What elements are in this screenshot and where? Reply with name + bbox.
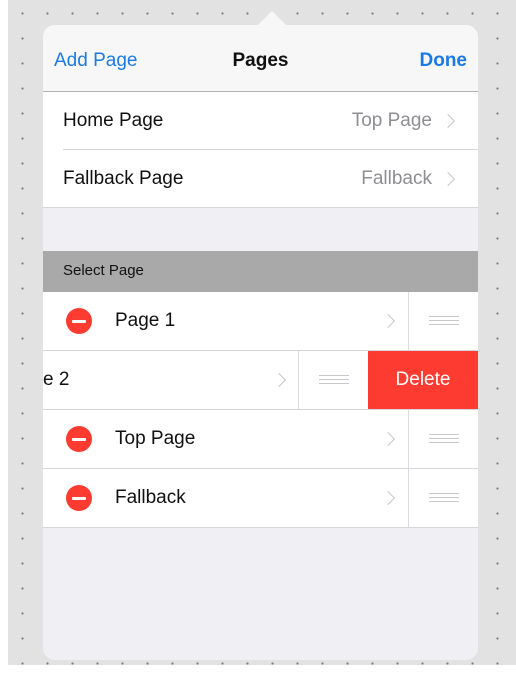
chevron-right-icon: [380, 431, 396, 447]
fallback-page-value: Fallback: [361, 168, 432, 189]
background-canvas: Add Page Pages Done Home Page Top Page F…: [8, 0, 516, 665]
home-page-cell[interactable]: Home Page Top Page: [43, 92, 478, 150]
page-row-label: Fallback: [115, 487, 186, 508]
group-separator: [43, 207, 478, 208]
row-divider: [408, 469, 409, 527]
page-row-label: e 2: [43, 369, 70, 390]
popover-arrow: [258, 11, 286, 25]
chevron-right-icon: [440, 171, 456, 187]
page-row-label: Top Page: [115, 428, 196, 449]
home-page-value: Top Page: [351, 110, 432, 131]
section-header-label: Select Page: [63, 262, 144, 279]
home-page-label: Home Page: [63, 110, 164, 131]
fallback-page-label: Fallback Page: [63, 168, 184, 189]
delete-button[interactable]: Delete: [368, 351, 478, 409]
page-row[interactable]: Page 1: [43, 292, 478, 350]
navigation-bar: Add Page Pages Done: [43, 25, 478, 92]
reorder-grip-icon[interactable]: [429, 493, 459, 502]
fallback-page-cell[interactable]: Fallback Page Fallback: [43, 150, 478, 208]
row-divider: [408, 292, 409, 350]
chevron-right-icon: [440, 113, 456, 129]
reorder-grip-icon[interactable]: [429, 316, 459, 325]
chevron-right-icon: [380, 313, 396, 329]
page-row-label: Page 1: [115, 310, 176, 331]
done-button[interactable]: Done: [420, 50, 468, 72]
delete-circle-icon[interactable]: [66, 426, 92, 452]
page-title: Pages: [232, 50, 289, 71]
row-separator: [43, 527, 478, 528]
reorder-grip-icon[interactable]: [429, 434, 459, 443]
section-header: Select Page: [43, 251, 478, 292]
chevron-right-icon: [380, 490, 396, 506]
row-divider: [408, 410, 409, 468]
pages-popover: Add Page Pages Done Home Page Top Page F…: [43, 25, 478, 660]
delete-circle-icon[interactable]: [66, 485, 92, 511]
reorder-grip-icon[interactable]: [319, 375, 349, 384]
chevron-right-icon: [271, 372, 287, 388]
page-row-swiped[interactable]: e 2 Delete: [43, 351, 478, 409]
row-divider: [298, 351, 299, 409]
delete-circle-icon[interactable]: [66, 308, 92, 334]
page-row[interactable]: Top Page: [43, 410, 478, 468]
page-row[interactable]: Fallback: [43, 469, 478, 527]
